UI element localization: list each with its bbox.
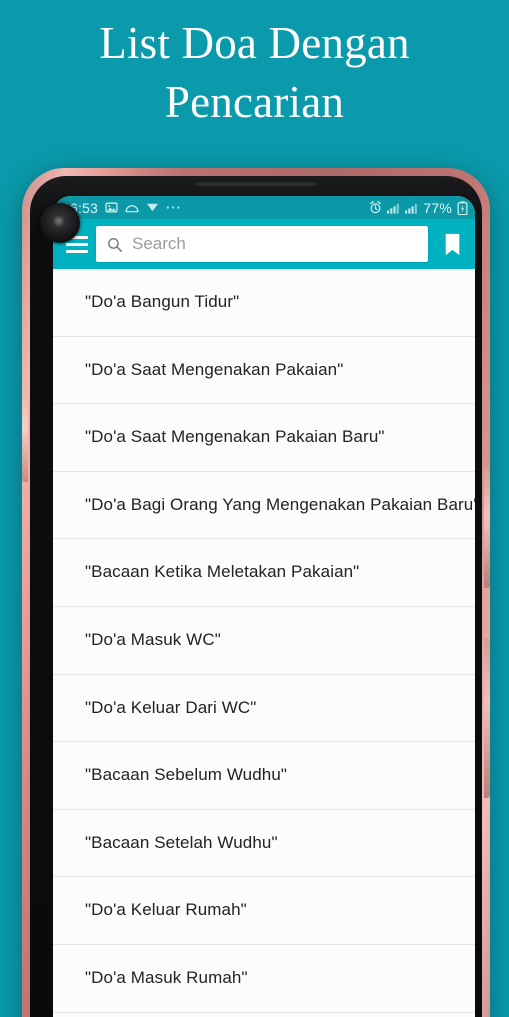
list-item[interactable]: "Do'a Masuk WC": [53, 606, 475, 675]
list-item-label: "Do'a Saat Mengenakan Pakaian": [85, 359, 344, 379]
list-item-label: "Do'a Saat Mengenakan Pakaian Baru": [85, 427, 385, 447]
signal-bars-icon-2: [405, 203, 418, 214]
list-item-label: "Do'a Masuk WC": [85, 630, 221, 650]
secondary-side-button[interactable]: [484, 638, 490, 798]
list-item[interactable]: "Do'a Keluar Dari WC": [53, 674, 475, 743]
list-item-label: "Bacaan Sebelum Wudhu": [85, 765, 288, 785]
battery-charging-icon: [457, 200, 468, 215]
status-bar: 16:53 77%: [53, 196, 475, 219]
list-item[interactable]: "Do'a Bangun Tidur": [53, 269, 475, 337]
battery-percent-label: 77%: [423, 199, 452, 216]
download-arrow-icon: [147, 203, 158, 212]
doa-list[interactable]: "Do'a Bangun Tidur" "Do'a Saat Mengenaka…: [53, 269, 475, 1017]
promo-headline: List Doa Dengan Pencarian: [99, 18, 410, 128]
status-bar-left-icons: [105, 201, 180, 214]
status-bar-right-icons: 77%: [369, 201, 468, 215]
list-item-label: "Bacaan Setelah Wudhu": [85, 832, 278, 852]
phone-device-mockup: 16:53 77% Search "Do'a Bangun Tidur" "Do…: [22, 168, 490, 1017]
phone-screen: 16:53 77% Search "Do'a Bangun Tidur" "Do…: [53, 196, 475, 1017]
list-item[interactable]: "Bacaan Sebelum Wudhu": [53, 742, 475, 810]
search-box[interactable]: [96, 226, 428, 262]
image-icon: [105, 202, 118, 213]
phone-bezel: 16:53 77% Search "Do'a Bangun Tidur" "Do…: [30, 176, 482, 1017]
earpiece-speaker: [196, 182, 316, 186]
list-item-label: "Do'a Bangun Tidur": [85, 292, 240, 312]
search-input[interactable]: [132, 234, 418, 254]
list-item-label: "Do'a Keluar Rumah": [85, 900, 247, 920]
list-item[interactable]: "Do'a Masuk Rumah": [53, 944, 475, 1013]
power-button[interactable]: [484, 468, 490, 588]
list-item[interactable]: "Bacaan Setelah Wudhu": [53, 809, 475, 878]
cloud-icon: [125, 205, 139, 213]
bookmark-icon: [445, 233, 459, 255]
list-item-label: "Do'a Masuk Rumah": [85, 968, 248, 988]
list-item-label: "Do'a Keluar Dari WC": [85, 697, 257, 717]
list-item-label: "Do'a Bagi Orang Yang Mengenakan Pakaian…: [85, 494, 475, 514]
list-item[interactable]: "Do'a Bagi Orang Yang Mengenakan Pakaian…: [53, 471, 475, 540]
app-bar: [53, 219, 475, 269]
list-item[interactable]: "Do'a Keluar Rumah": [53, 877, 475, 945]
list-item-label: "Bacaan Ketika Meletakan Pakaian": [85, 562, 360, 582]
more-dots-icon: [166, 206, 180, 209]
camera-punch-hole: [40, 203, 80, 243]
volume-button[interactable]: [22, 390, 28, 482]
alarm-icon: [370, 201, 382, 214]
search-icon: [108, 237, 123, 252]
bookmark-button[interactable]: [438, 226, 466, 262]
list-item[interactable]: "Do'a Saat Mengenakan Pakaian": [53, 336, 475, 405]
signal-bars-icon-1: [387, 203, 400, 214]
list-item[interactable]: "Do'a Saat Mengenakan Pakaian Baru": [53, 404, 475, 472]
list-item[interactable]: "Bacaan Ketika Meletakan Pakaian": [53, 539, 475, 607]
